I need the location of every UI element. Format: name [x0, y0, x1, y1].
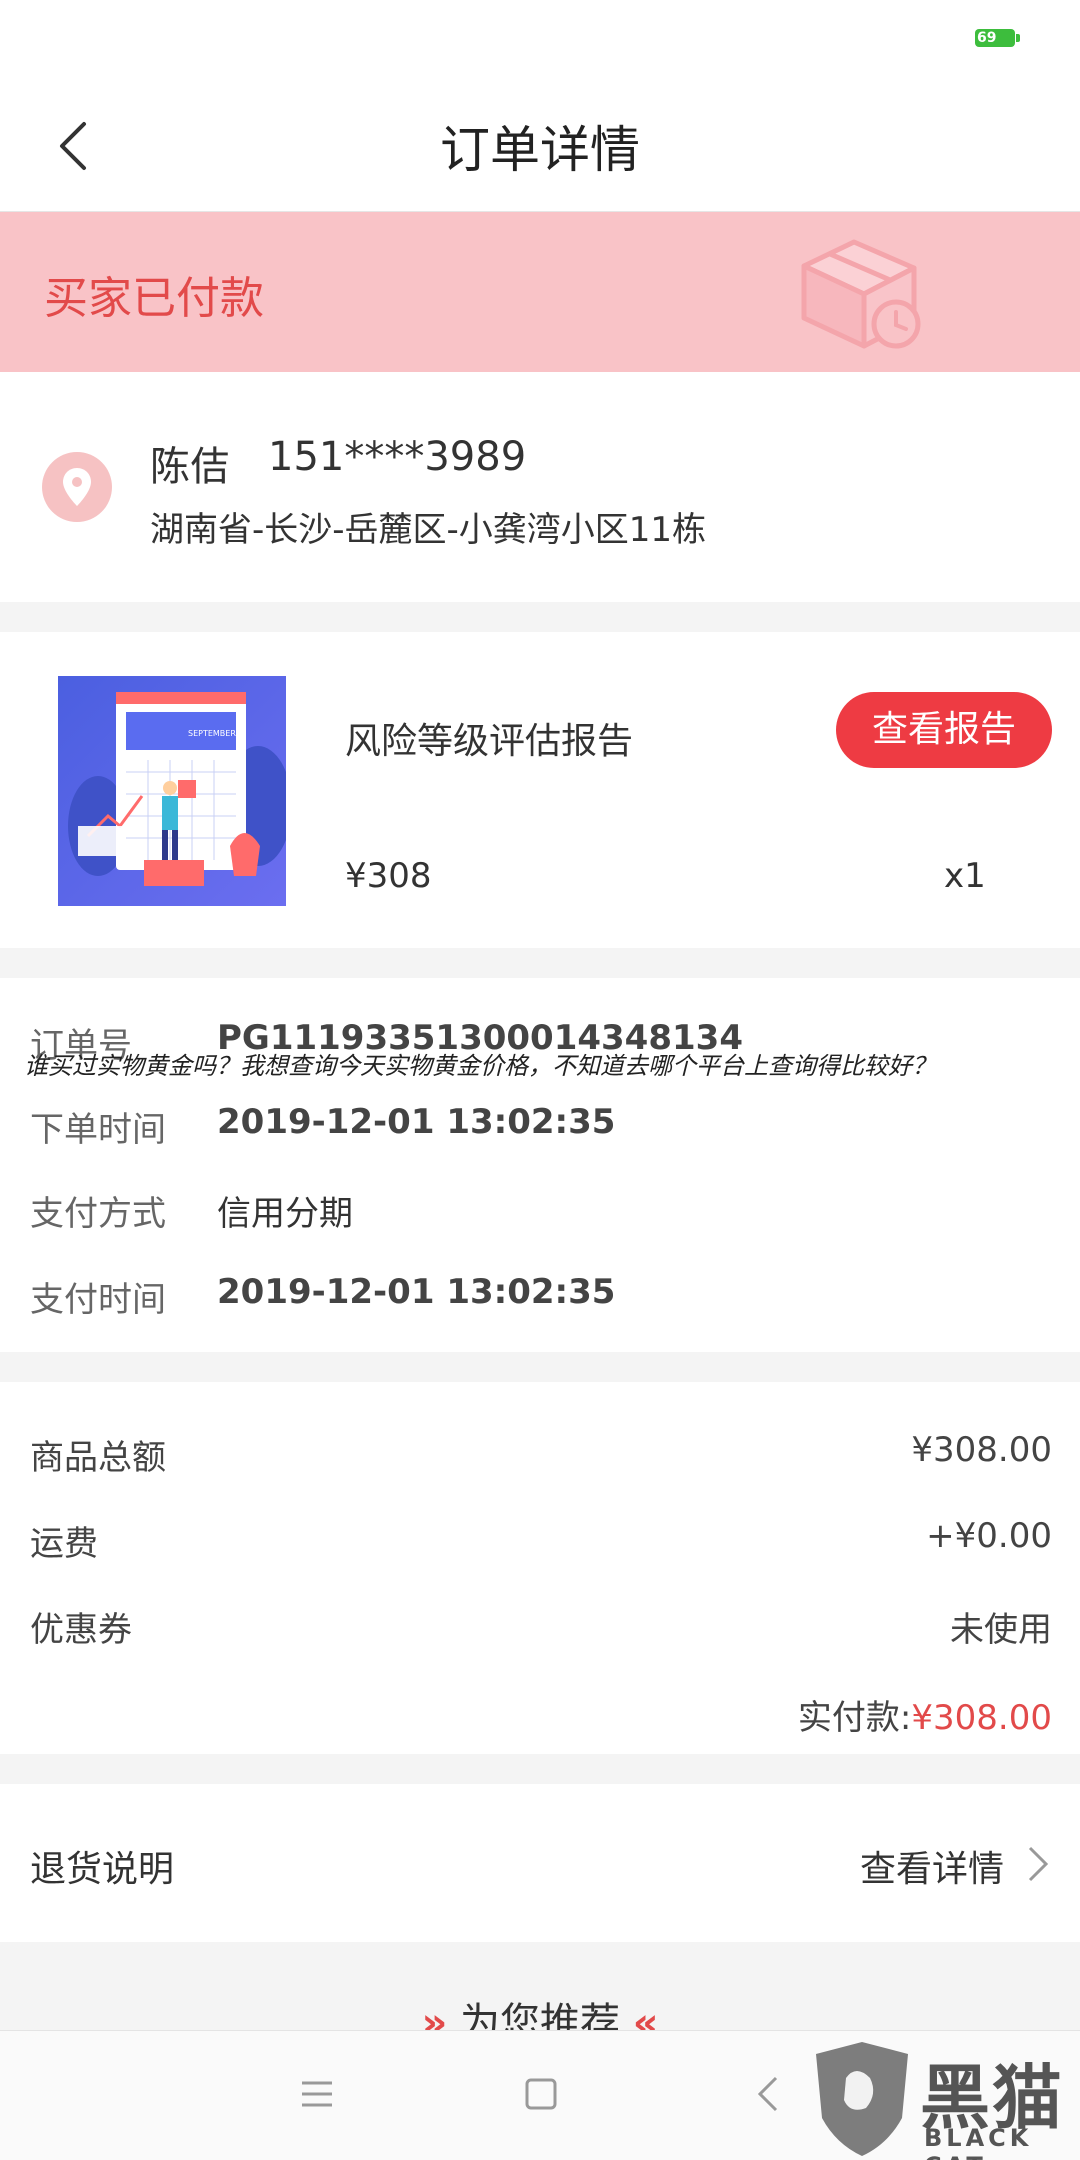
- watermark-en: BLACK CAT: [924, 2124, 1033, 2160]
- return-policy-row[interactable]: 退货说明 查看详情: [0, 1784, 1080, 1942]
- product-quantity: x1: [944, 856, 986, 896]
- product-thumbnail[interactable]: SEPTEMBER: [58, 676, 286, 906]
- coupon-value: 未使用: [950, 1610, 1052, 1650]
- payment-time-value: 2019-12-01 13:02:35: [217, 1272, 616, 1312]
- home-icon[interactable]: [524, 2077, 558, 2111]
- recommend-title-text: 为您推荐: [460, 2000, 620, 2030]
- page-title: 订单详情: [440, 121, 640, 179]
- order-status-text: 买家已付款: [44, 273, 264, 324]
- thumbnail-caption: SEPTEMBER: [188, 729, 236, 738]
- coupon-label: 优惠券: [30, 1610, 132, 1650]
- battery-icon: 69: [975, 29, 1020, 47]
- package-clock-icon: [801, 239, 921, 349]
- shipping-fee-value: +¥0.00: [926, 1516, 1052, 1556]
- overlay-question-text: 谁买过实物黄金吗？我想查询今天实物黄金价格，不知道去哪个平台上查询得比较好？: [24, 1052, 936, 1080]
- shipping-fee-label: 运费: [30, 1524, 98, 1564]
- goods-total-label: 商品总额: [30, 1438, 166, 1478]
- recommend-title: » 为您推荐 «: [0, 1990, 1080, 2030]
- battery-level: 69: [977, 30, 997, 46]
- order-time-label: 下单时间: [30, 1110, 166, 1150]
- black-cat-watermark: 黑猫 BLACK CAT: [810, 2040, 1080, 2160]
- price-summary-card: 商品总额 ¥308.00 运费 +¥0.00 优惠券 未使用 实付款:¥308.…: [0, 1382, 1080, 1754]
- goods-total-value: ¥308.00: [911, 1430, 1052, 1470]
- amount-paid: 实付款:¥308.00: [798, 1690, 1052, 1739]
- payment-method-value: 信用分期: [217, 1194, 353, 1234]
- product-card: SEPTEMBER 风险等级评估报告 查看报告 ¥308 x1: [0, 632, 1080, 948]
- status-bar: 69: [0, 0, 1080, 80]
- amount-paid-label: 实付款:: [797, 1698, 912, 1738]
- recipient-name: 陈佶: [150, 444, 230, 490]
- view-report-button[interactable]: 查看报告: [836, 692, 1052, 768]
- product-name: 风险等级评估报告: [345, 721, 634, 762]
- recommend-section: » 为您推荐 «: [0, 1990, 1080, 2030]
- view-details-link[interactable]: 查看详情: [860, 1840, 1004, 1892]
- amount-paid-value: ¥308.00: [911, 1698, 1052, 1738]
- order-info-card: 订单号 PG11193351300014348134 下单时间 2019-12-…: [0, 978, 1080, 1352]
- nav-back-icon[interactable]: [756, 2075, 780, 2113]
- payment-method-label: 支付方式: [30, 1194, 166, 1234]
- recipient-phone: 151****3989: [268, 434, 527, 480]
- order-time-value: 2019-12-01 13:02:35: [217, 1102, 616, 1142]
- return-policy-label: 退货说明: [30, 1849, 175, 1890]
- double-chevron-right-icon: »: [421, 2000, 448, 2030]
- menu-icon[interactable]: [300, 2077, 334, 2111]
- double-chevron-left-icon: «: [632, 2000, 659, 2030]
- address-line: 湖南省-长沙-岳麓区-小龚湾小区11栋: [150, 510, 707, 550]
- chevron-right-icon: [1028, 1846, 1049, 1882]
- location-pin-icon: [42, 452, 112, 522]
- payment-time-label: 支付时间: [30, 1280, 166, 1320]
- header: 订单详情: [0, 80, 1080, 212]
- order-status-banner: 买家已付款: [0, 212, 1080, 372]
- shipping-address-card: 陈佶 151****3989 湖南省-长沙-岳麓区-小龚湾小区11栋: [0, 372, 1080, 602]
- product-price: ¥308: [345, 856, 432, 896]
- cat-shield-logo: [816, 2042, 908, 2156]
